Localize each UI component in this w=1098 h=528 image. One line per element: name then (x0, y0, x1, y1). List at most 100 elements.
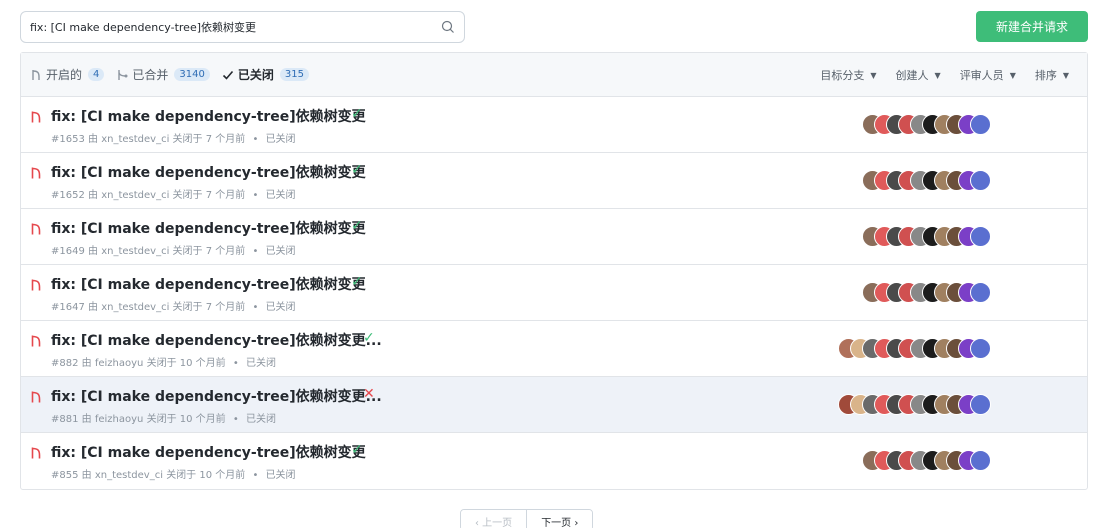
separator-dot: • (252, 470, 259, 481)
author-name[interactable]: xn_testdev_ci (101, 246, 169, 257)
avatar[interactable] (970, 170, 991, 191)
tab-open-count: 4 (88, 68, 105, 81)
closed-time: 关闭于 10 个月前 (146, 358, 226, 369)
next-page-button[interactable]: 下一页 › (527, 510, 593, 528)
tab-open[interactable]: 开启的 4 (31, 66, 105, 83)
filter-reviewers[interactable]: 评审人员 ▼ (960, 67, 1016, 83)
reviewer-avatars (862, 114, 991, 135)
search-box[interactable] (20, 11, 465, 43)
reviewer-avatars (862, 282, 991, 303)
merge-request-title[interactable]: fix: [CI make dependency-tree]依赖树变更 (51, 106, 366, 126)
closed-time: 关闭于 7 个月前 (172, 190, 246, 201)
author-name[interactable]: feizhaoyu (95, 358, 144, 369)
avatar[interactable] (970, 338, 991, 359)
merge-request-icon (32, 69, 40, 80)
merge-request-meta: #1647 由 xn_testdev_ci 关闭于 7 个月前 • 已关闭 (51, 298, 296, 313)
table-row[interactable]: fix: [CI make dependency-tree]依赖树变更 ✓ #1… (21, 209, 1087, 265)
merge-request-meta: #1653 由 xn_testdev_ci 关闭于 7 个月前 • 已关闭 (51, 130, 296, 145)
author-name[interactable]: xn_testdev_ci (101, 302, 169, 313)
tab-merged[interactable]: 已合并 3140 (116, 66, 210, 83)
merge-request-number: #881 (51, 414, 79, 425)
avatar[interactable] (970, 114, 991, 135)
prev-page-button[interactable]: ‹ 上一页 (461, 510, 528, 528)
tab-closed-label: 已关闭 (237, 68, 274, 82)
merge-request-closed-icon (31, 167, 41, 179)
merge-request-title[interactable]: fix: [CI make dependency-tree]依赖树变更 (51, 442, 366, 462)
tab-merged-count: 3140 (174, 68, 210, 81)
author-name[interactable]: xn_testdev_ci (101, 190, 169, 201)
reviewer-avatars (862, 450, 991, 471)
tab-closed[interactable]: 已关闭 315 (222, 66, 309, 83)
tab-closed-count: 315 (279, 68, 309, 81)
closed-time: 关闭于 7 个月前 (172, 246, 246, 257)
filter-bar: 目标分支 ▼ 创建人 ▼ 评审人员 ▼ 排序 ▼ (801, 53, 1069, 97)
avatar[interactable] (970, 226, 991, 247)
merge-request-closed-icon (31, 447, 41, 459)
merge-request-number: #855 (51, 470, 79, 481)
closed-time: 关闭于 10 个月前 (166, 470, 246, 481)
state-label: 已关闭 (265, 134, 296, 145)
table-row[interactable]: fix: [CI make dependency-tree]依赖树变更 ✓ #8… (21, 433, 1087, 489)
search-icon[interactable] (440, 19, 456, 35)
list-header: 开启的 4 已合并 3140 已关闭 315 目标分支 ▼ 创建人 ▼ 评审人员… (21, 53, 1087, 97)
search-input[interactable] (21, 12, 421, 42)
merge-request-meta: #1652 由 xn_testdev_ci 关闭于 7 个月前 • 已关闭 (51, 186, 296, 201)
by-label: 由 (88, 246, 99, 257)
by-label: 由 (81, 470, 92, 481)
merge-request-meta: #855 由 xn_testdev_ci 关闭于 10 个月前 • 已关闭 (51, 466, 296, 481)
merge-request-list: 开启的 4 已合并 3140 已关闭 315 目标分支 ▼ 创建人 ▼ 评审人员… (20, 52, 1088, 490)
filter-author[interactable]: 创建人 ▼ (896, 67, 941, 83)
separator-dot: • (232, 414, 239, 425)
filter-label: 排序 (1034, 69, 1057, 82)
reviewer-avatars (862, 226, 991, 247)
closed-time: 关闭于 7 个月前 (172, 302, 246, 313)
filter-target-branch[interactable]: 目标分支 ▼ (820, 67, 876, 83)
state-label: 已关闭 (265, 470, 296, 481)
separator-dot: • (252, 246, 259, 257)
merge-request-number: #882 (51, 358, 79, 369)
state-label: 已关闭 (245, 414, 276, 425)
table-row[interactable]: fix: [CI make dependency-tree]依赖树变更 ✓ #1… (21, 265, 1087, 321)
by-label: 由 (88, 302, 99, 313)
avatar[interactable] (970, 450, 991, 471)
filter-sort[interactable]: 排序 ▼ (1035, 67, 1069, 83)
merge-request-title[interactable]: fix: [CI make dependency-tree]依赖树变更 (51, 162, 366, 182)
merge-request-closed-icon (31, 111, 41, 123)
pagination: ‹ 上一页 下一页 › (460, 509, 594, 528)
table-row[interactable]: fix: [CI make dependency-tree]依赖树变更 ✓ #1… (21, 153, 1087, 209)
merge-request-number: #1647 (51, 302, 85, 313)
merge-request-closed-icon (31, 279, 41, 291)
closed-time: 关闭于 10 个月前 (146, 414, 226, 425)
author-name[interactable]: feizhaoyu (95, 414, 144, 425)
merge-request-title[interactable]: fix: [CI make dependency-tree]依赖树变更... (51, 330, 382, 350)
merge-request-title[interactable]: fix: [CI make dependency-tree]依赖树变更 (51, 218, 366, 238)
table-row[interactable]: fix: [CI make dependency-tree]依赖树变更... ✓… (21, 321, 1087, 377)
filter-label: 创建人 (895, 69, 929, 82)
reviewer-avatars (862, 170, 991, 191)
avatar[interactable] (970, 282, 991, 303)
caret-down-icon: ▼ (870, 70, 877, 80)
reviewer-avatars (838, 394, 991, 415)
merge-request-closed-icon (31, 223, 41, 235)
check-icon: ✓ (351, 218, 363, 234)
new-merge-request-button[interactable]: 新建合并请求 (976, 11, 1088, 42)
separator-dot: • (252, 302, 259, 313)
caret-down-icon: ▼ (934, 70, 941, 80)
check-icon: ✓ (363, 330, 375, 346)
state-label: 已关闭 (265, 190, 296, 201)
tab-merged-label: 已合并 (132, 68, 169, 82)
merge-request-number: #1649 (51, 246, 85, 257)
caret-down-icon: ▼ (1062, 70, 1069, 80)
state-label: 已关闭 (245, 358, 276, 369)
author-name[interactable]: xn_testdev_ci (95, 470, 163, 481)
filter-label: 目标分支 (820, 69, 865, 82)
table-row[interactable]: fix: [CI make dependency-tree]依赖树变更... ✕… (21, 377, 1087, 433)
author-name[interactable]: xn_testdev_ci (101, 134, 169, 145)
merged-icon (118, 69, 128, 80)
table-row[interactable]: fix: [CI make dependency-tree]依赖树变更 ✓ #1… (21, 97, 1087, 153)
cross-icon: ✕ (363, 386, 375, 402)
merge-request-title[interactable]: fix: [CI make dependency-tree]依赖树变更... (51, 386, 382, 406)
merge-request-meta: #881 由 feizhaoyu 关闭于 10 个月前 • 已关闭 (51, 410, 276, 425)
merge-request-title[interactable]: fix: [CI make dependency-tree]依赖树变更 (51, 274, 366, 294)
avatar[interactable] (970, 394, 991, 415)
